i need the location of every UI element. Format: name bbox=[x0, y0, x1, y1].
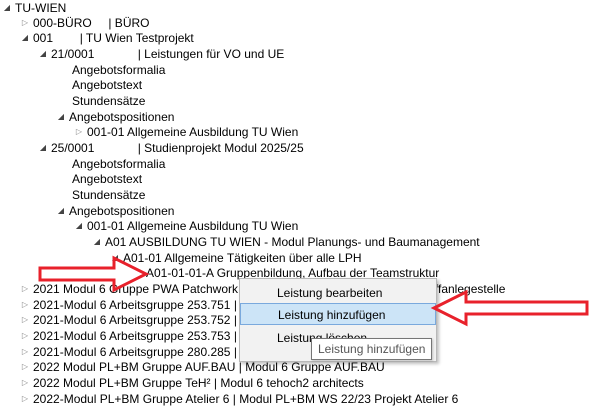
tree-node[interactable]: ◢ A01 AUSBILDUNG TU WIEN - Modul Planungs… bbox=[92, 235, 480, 249]
tree-node[interactable]: ▷ 2022 Modul PL+BM Gruppe TeH² | Modul 6 … bbox=[20, 376, 364, 390]
expand-arrow-icon[interactable]: ◢ bbox=[38, 141, 48, 155]
collapse-arrow-icon[interactable]: ▷ bbox=[20, 329, 30, 343]
red-arrow-shape bbox=[38, 255, 150, 293]
tree-node[interactable]: Angebotstext bbox=[72, 78, 142, 92]
tree-node[interactable]: Angebotsformalia bbox=[72, 157, 165, 171]
tree-node[interactable]: Angebotsformalia bbox=[72, 63, 165, 77]
expand-arrow-icon[interactable]: ◢ bbox=[2, 1, 12, 15]
tree-node[interactable]: ◢ 25/0001 | Studienprojekt Modul 2025/25 bbox=[38, 141, 304, 155]
expand-arrow-icon[interactable]: ◢ bbox=[56, 110, 66, 124]
expand-arrow-icon[interactable]: ◢ bbox=[20, 31, 30, 45]
expand-arrow-icon[interactable]: ◢ bbox=[56, 204, 66, 218]
expand-arrow-icon[interactable]: ◢ bbox=[92, 235, 102, 249]
tree-node[interactable]: ▷ 2022 Modul PL+BM Gruppe AUF.BAU | Modul… bbox=[20, 360, 385, 374]
menu-item-leistung-bearbeiten[interactable]: Leistung bearbeiten bbox=[240, 282, 436, 304]
tree-node[interactable]: ◢ 21/0001 | Leistungen für VO und UE bbox=[38, 47, 284, 61]
tree-node[interactable]: Angebotstext bbox=[72, 172, 142, 186]
tree-node[interactable]: ▷ 001-01 Allgemeine Ausbildung TU Wien bbox=[74, 125, 298, 139]
collapse-arrow-icon[interactable]: ▷ bbox=[20, 298, 30, 312]
collapse-arrow-icon[interactable]: ▷ bbox=[20, 282, 30, 296]
collapse-arrow-icon[interactable]: ▷ bbox=[74, 125, 84, 139]
tooltip: Leistung hinzufügen bbox=[311, 338, 433, 360]
expand-arrow-icon[interactable]: ◢ bbox=[74, 219, 84, 233]
menu-item-leistung-hinzufuegen[interactable]: Leistung hinzufügen bbox=[240, 303, 436, 325]
tree-node[interactable]: ◢ Angebotspositionen bbox=[56, 110, 175, 124]
collapse-arrow-icon[interactable]: ▷ bbox=[20, 360, 30, 374]
tree-node[interactable]: Stundensätze bbox=[72, 94, 145, 108]
tree-node[interactable]: ◢ Angebotspositionen bbox=[56, 204, 175, 218]
expand-arrow-icon[interactable]: ◢ bbox=[38, 47, 48, 61]
red-arrow-icon bbox=[430, 289, 589, 327]
tree-node[interactable]: ▷ 000-BÜRO | BÜRO bbox=[20, 16, 150, 30]
collapse-arrow-icon[interactable]: ▷ bbox=[20, 313, 30, 327]
red-arrow-shape bbox=[430, 289, 589, 327]
tree-node[interactable]: ◢ 001 | TU Wien Testprojekt bbox=[20, 31, 194, 45]
tree-node[interactable]: Stundensätze bbox=[72, 188, 145, 202]
collapse-arrow-icon[interactable]: ▷ bbox=[20, 392, 30, 406]
tree-node[interactable]: ◢ 001-01 Allgemeine Ausbildung TU Wien bbox=[74, 219, 298, 233]
collapse-arrow-icon[interactable]: ▷ bbox=[20, 345, 30, 359]
collapse-arrow-icon[interactable]: ▷ bbox=[20, 16, 30, 30]
tree-node[interactable]: ▷ 2022-Modul PL+BM Gruppe Atelier 6 | Mod… bbox=[20, 392, 458, 406]
tree-node-tu-wien[interactable]: ◢ TU-WIEN bbox=[2, 1, 66, 15]
collapse-arrow-icon[interactable]: ▷ bbox=[20, 376, 30, 390]
red-arrow-icon bbox=[38, 255, 150, 293]
